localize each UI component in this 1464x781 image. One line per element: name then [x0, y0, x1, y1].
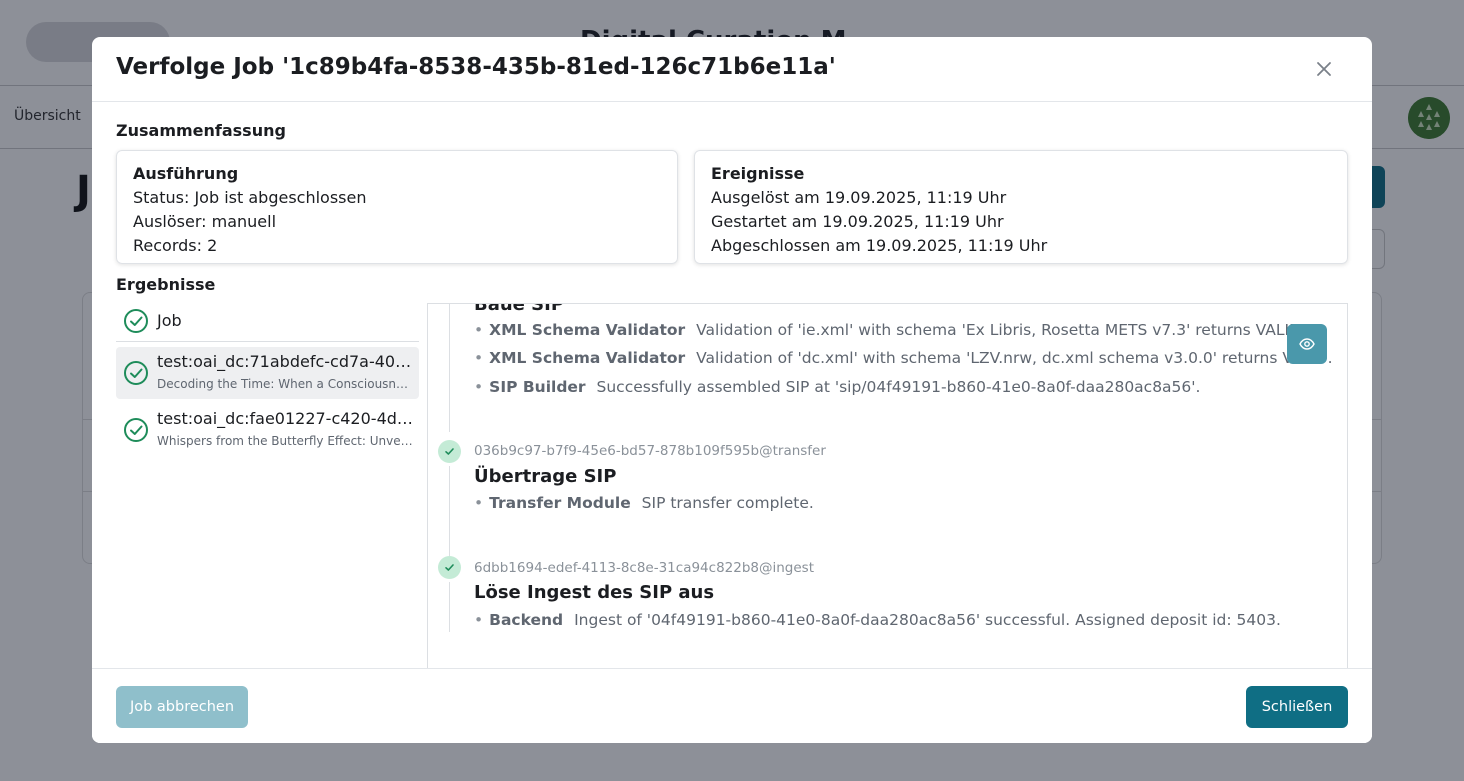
result-job-label: Job: [157, 311, 182, 330]
step-message: • XML Schema Validator Validation of 'ie.…: [474, 321, 1306, 339]
job-tracking-modal: Verfolge Job '1c89b4fa-8538-435b-81ed-12…: [92, 37, 1372, 743]
step-message-text: Successfully assembled SIP at 'sip/04f49…: [596, 378, 1201, 396]
step-status-icon: [438, 556, 461, 579]
summary-heading: Zusammenfassung: [116, 121, 286, 140]
abort-job-button[interactable]: Job abbrechen: [116, 686, 248, 728]
results-list: Job test:oai_dc:71abdefc-cd7a-4028-... D…: [116, 302, 419, 456]
result-record-title: Whispers from the Butterfly Effect: Unve…: [157, 434, 415, 448]
results-heading: Ergebnisse: [116, 275, 216, 294]
event-completed: Abgeschlossen am 19.09.2025, 11:19 Uhr: [711, 236, 1048, 255]
step-message-module: Transfer Module: [489, 494, 631, 512]
step-message-text: Ingest of '04f49191-b860-41e0-8a0f-daa28…: [574, 611, 1281, 629]
step-title: Löse Ingest des SIP aus: [474, 582, 715, 603]
step-message-module: XML Schema Validator: [489, 349, 686, 367]
step-message-module: SIP Builder: [489, 378, 586, 396]
execution-title: Ausführung: [133, 164, 239, 183]
eye-icon: [1299, 338, 1315, 350]
execution-records: Records: 2: [133, 236, 218, 255]
step-message-text: Validation of 'dc.xml' with schema 'LZV.…: [696, 349, 1333, 367]
events-title: Ereignisse: [711, 164, 805, 183]
step-id: 036b9c97-b7f9-45e6-bd57-878b109f595b@tra…: [474, 443, 826, 459]
step-message: • Backend Ingest of '04f49191-b860-41e0-8…: [474, 611, 1281, 629]
close-modal-button[interactable]: Schließen: [1246, 686, 1348, 728]
step-message: • XML Schema Validator Validation of 'dc.…: [474, 349, 1333, 367]
step-message: • Transfer Module SIP transfer complete.: [474, 494, 814, 512]
result-item-record[interactable]: test:oai_dc:71abdefc-cd7a-4028-... Decod…: [116, 347, 419, 399]
step-title: Übertrage SIP: [474, 466, 617, 487]
check-circle-icon: [123, 417, 149, 443]
close-button[interactable]: [1312, 57, 1336, 81]
check-circle-icon: [123, 308, 149, 334]
check-circle-icon: [123, 360, 149, 386]
close-icon: [1317, 62, 1331, 76]
modal-footer: Job abbrechen Schließen: [92, 668, 1372, 743]
execution-status: Status: Job ist abgeschlossen: [133, 188, 367, 207]
step-status-icon: [438, 440, 461, 463]
result-record-id: test:oai_dc:71abdefc-cd7a-4028-...: [157, 352, 415, 371]
result-record-title: Decoding the Time: When a Consciousness …: [157, 377, 415, 391]
timeline-connector: [449, 466, 450, 556]
step-message: • SIP Builder Successfully assembled SIP …: [474, 378, 1201, 396]
step-title: Baue SIP: [474, 303, 565, 315]
step-id: 6dbb1694-edef-4113-8c8e-31ca94c822b8@ing…: [474, 560, 815, 576]
result-item-job[interactable]: Job: [116, 302, 419, 342]
step-message-module: Backend: [489, 611, 564, 629]
step-message-module: XML Schema Validator: [489, 321, 686, 339]
execution-trigger: Auslöser: manuell: [133, 212, 277, 231]
event-started: Gestartet am 19.09.2025, 11:19 Uhr: [711, 212, 1004, 231]
step-message-text: SIP transfer complete.: [641, 494, 814, 512]
timeline-connector: [449, 304, 450, 432]
timeline-connector: [449, 582, 450, 632]
execution-card: Ausführung Status: Job ist abgeschlossen…: [116, 150, 678, 264]
modal-header: Verfolge Job '1c89b4fa-8538-435b-81ed-12…: [92, 37, 1372, 102]
events-card: Ereignisse Ausgelöst am 19.09.2025, 11:1…: [694, 150, 1348, 264]
result-item-record[interactable]: test:oai_dc:fae01227-c420-4d66-... Whisp…: [116, 404, 419, 456]
view-artifact-button[interactable]: [1287, 324, 1327, 364]
event-triggered: Ausgelöst am 19.09.2025, 11:19 Uhr: [711, 188, 1007, 207]
result-record-id: test:oai_dc:fae01227-c420-4d66-...: [157, 409, 415, 428]
step-message-text: Validation of 'ie.xml' with schema 'Ex L…: [696, 321, 1306, 339]
modal-title: Verfolge Job '1c89b4fa-8538-435b-81ed-12…: [116, 54, 836, 80]
